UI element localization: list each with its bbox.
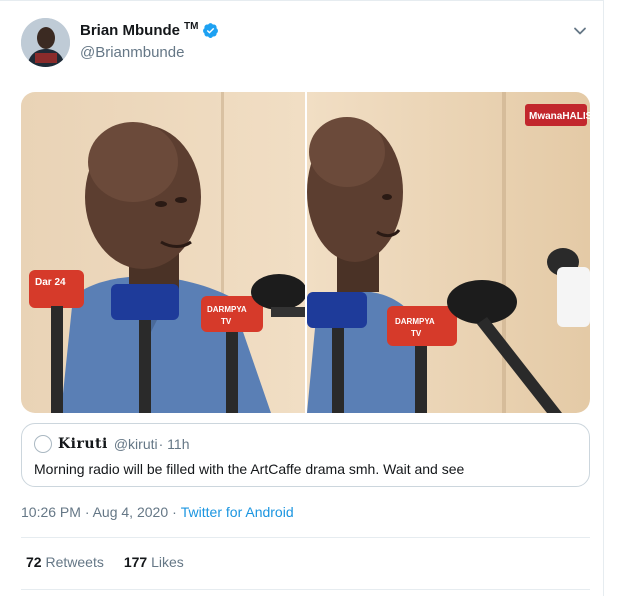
- author-handle[interactable]: @Brianmbunde: [80, 44, 184, 61]
- quoted-author-name: Kiruti: [58, 436, 108, 452]
- svg-text:TV: TV: [411, 329, 422, 338]
- quoted-author-avatar: [34, 435, 52, 453]
- tweet-meta: 10:26 PM · Aug 4, 2020 · Twitter for And…: [21, 504, 294, 520]
- likes-count: 177: [123, 554, 148, 570]
- retweets-count: 72: [26, 554, 42, 570]
- retweets-label: Retweets: [45, 554, 104, 570]
- quoted-tweet[interactable]: Kiruti @kiruti · 11h Morning radio will …: [21, 423, 590, 487]
- svg-text:DARMPYA: DARMPYA: [395, 317, 435, 326]
- likes-label: Likes: [151, 554, 184, 570]
- svg-text:DARMPYA: DARMPYA: [207, 305, 247, 314]
- quoted-author-handle: @kiruti: [113, 436, 158, 452]
- author-avatar[interactable]: [21, 18, 70, 67]
- divider: [21, 589, 590, 590]
- svg-text:Dar 24: Dar 24: [35, 277, 66, 288]
- quoted-time: · 11h: [158, 436, 190, 452]
- svg-text:TV: TV: [221, 317, 232, 326]
- author-trademark: TM: [184, 21, 199, 32]
- tweet-media[interactable]: Dar 24 DARMPYA TV MwanaHALISI DARMPYA TV: [21, 92, 590, 413]
- retweets-stat[interactable]: 72 Retweets: [26, 554, 104, 570]
- verified-badge-icon: [203, 23, 219, 38]
- quoted-tweet-header: Kiruti @kiruti · 11h: [34, 435, 189, 453]
- media-image-right[interactable]: MwanaHALISI DARMPYA TV: [306, 92, 590, 413]
- tweet-stats: 72 Retweets 177 Likes: [26, 554, 184, 570]
- media-watermark: MwanaHALISI: [529, 111, 590, 122]
- author-name-row[interactable]: Brian Mbunde TM: [80, 21, 219, 39]
- tweet-card: Brian Mbunde TM @Brianmbunde Dar 24 DARM…: [0, 0, 604, 596]
- chevron-down-icon[interactable]: [572, 23, 588, 39]
- source-app-link[interactable]: Twitter for Android: [181, 504, 294, 520]
- divider: [21, 537, 590, 538]
- meta-separator: ·: [172, 504, 177, 520]
- tweet-timestamp[interactable]: 10:26 PM · Aug 4, 2020: [21, 504, 168, 520]
- author-name[interactable]: Brian Mbunde: [80, 22, 180, 39]
- media-image-left[interactable]: Dar 24 DARMPYA TV: [21, 92, 305, 413]
- quoted-tweet-text: Morning radio will be filled with the Ar…: [34, 461, 465, 477]
- likes-stat[interactable]: 177 Likes: [124, 554, 184, 570]
